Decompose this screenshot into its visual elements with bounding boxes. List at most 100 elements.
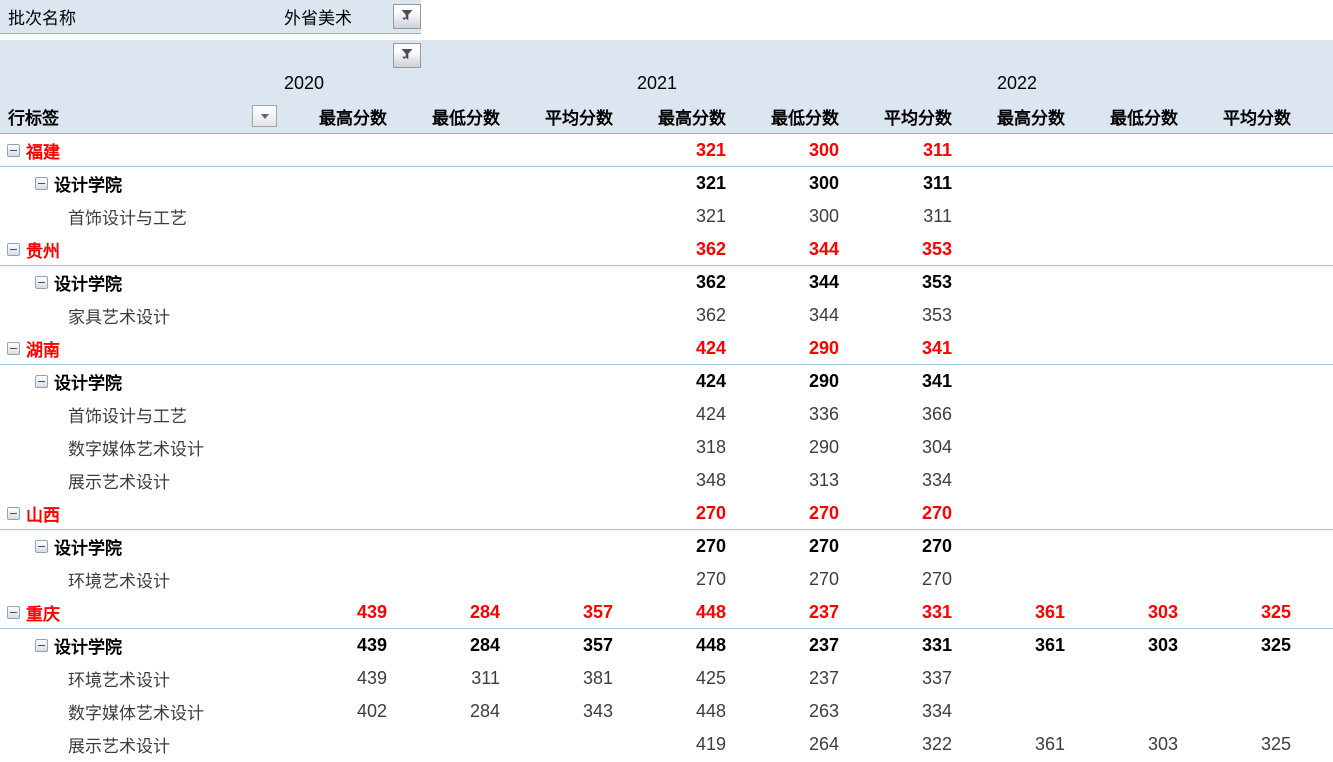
page-filter-field-label: 批次名称 xyxy=(0,4,76,29)
collapse-button[interactable] xyxy=(35,177,48,190)
value-cell: 341 xyxy=(845,371,958,392)
value-cell: 303 xyxy=(1071,734,1184,755)
value-cell: 424 xyxy=(619,338,732,359)
value-cell: 357 xyxy=(506,635,619,656)
value-cell: 263 xyxy=(732,701,845,722)
column-header-max-2022: 最高分数 xyxy=(958,104,1071,129)
pivot-row-province: 贵州362344353 xyxy=(0,233,1333,266)
row-label: 展示艺术设计 xyxy=(68,468,170,493)
row-label-cell: 首饰设计与工艺 xyxy=(0,200,280,233)
pivot-row-college: 设计学院424290341 xyxy=(0,365,1333,398)
value-cell: 425 xyxy=(619,668,732,689)
row-label: 湖南 xyxy=(26,336,60,361)
value-cell: 237 xyxy=(732,602,845,623)
value-cell: 303 xyxy=(1071,602,1184,623)
page-filter-button[interactable] xyxy=(393,4,421,29)
value-cell: 336 xyxy=(732,404,845,425)
collapse-button[interactable] xyxy=(7,507,20,520)
row-label-cell: 贵州 xyxy=(0,233,280,265)
value-cell: 318 xyxy=(619,437,732,458)
row-label-cell: 设计学院 xyxy=(0,167,280,200)
value-cell: 448 xyxy=(619,602,732,623)
value-cell: 361 xyxy=(958,734,1071,755)
value-cell: 439 xyxy=(280,602,393,623)
pivot-row-major: 首饰设计与工艺321300311 xyxy=(0,200,1333,233)
value-cell: 362 xyxy=(619,305,732,326)
row-label-cell: 重庆 xyxy=(0,596,280,628)
collapse-button[interactable] xyxy=(35,639,48,652)
year-group-2022: 2022 xyxy=(997,73,1037,94)
row-label-cell: 山西 xyxy=(0,497,280,529)
value-cell: 337 xyxy=(845,668,958,689)
pivot-table-sheet: 批次名称 外省美术 xyxy=(0,0,1333,762)
value-cell: 311 xyxy=(393,668,506,689)
value-cell: 284 xyxy=(393,602,506,623)
row-label-cell: 展示艺术设计 xyxy=(0,464,280,497)
value-cell: 325 xyxy=(1184,734,1297,755)
row-label: 设计学院 xyxy=(54,171,122,196)
value-cell: 311 xyxy=(845,206,958,227)
value-cell: 270 xyxy=(732,536,845,557)
value-cell: 270 xyxy=(619,569,732,590)
value-cell: 284 xyxy=(393,635,506,656)
value-cell: 334 xyxy=(845,701,958,722)
value-cell: 419 xyxy=(619,734,732,755)
row-label-cell: 展示艺术设计 xyxy=(0,728,280,761)
value-cell: 284 xyxy=(393,701,506,722)
value-cell: 311 xyxy=(845,173,958,194)
column-header-min-2022: 最低分数 xyxy=(1071,104,1184,129)
collapse-button[interactable] xyxy=(35,540,48,553)
collapse-button[interactable] xyxy=(35,276,48,289)
year-group-2021: 2021 xyxy=(637,73,677,94)
row-label: 环境艺术设计 xyxy=(68,567,170,592)
value-cell: 300 xyxy=(732,173,845,194)
collapse-button[interactable] xyxy=(35,375,48,388)
value-cell: 237 xyxy=(732,635,845,656)
row-label: 环境艺术设计 xyxy=(68,666,170,691)
row-label: 贵州 xyxy=(26,237,60,262)
pivot-row-major: 展示艺术设计419264322361303325 xyxy=(0,728,1333,761)
value-cell: 321 xyxy=(619,173,732,194)
value-cell: 448 xyxy=(619,701,732,722)
column-header-avg-2021: 平均分数 xyxy=(845,104,958,129)
row-label: 展示艺术设计 xyxy=(68,732,170,757)
collapse-button[interactable] xyxy=(7,144,20,157)
pivot-row-college: 设计学院362344353 xyxy=(0,266,1333,299)
column-header-min-2021: 最低分数 xyxy=(732,104,845,129)
value-cell: 325 xyxy=(1184,635,1297,656)
collapse-button[interactable] xyxy=(7,342,20,355)
pivot-row-major: 首饰设计与工艺424336366 xyxy=(0,398,1333,431)
funnel-icon xyxy=(399,46,415,65)
value-cell: 424 xyxy=(619,404,732,425)
value-cell: 362 xyxy=(619,239,732,260)
collapse-button[interactable] xyxy=(7,606,20,619)
chevron-down-icon xyxy=(261,114,269,119)
row-label-cell: 福建 xyxy=(0,134,280,166)
value-cell: 344 xyxy=(732,272,845,293)
row-labels-dropdown-button[interactable] xyxy=(252,105,277,127)
pivot-body: 福建321300311设计学院321300311首饰设计与工艺321300311… xyxy=(0,134,1333,761)
value-cell: 361 xyxy=(958,635,1071,656)
pivot-row-major: 家具艺术设计362344353 xyxy=(0,299,1333,332)
row-label-cell: 数字媒体艺术设计 xyxy=(0,431,280,464)
value-cell: 264 xyxy=(732,734,845,755)
value-cell: 304 xyxy=(845,437,958,458)
value-cell: 331 xyxy=(845,635,958,656)
column-header-max-2020: 最高分数 xyxy=(280,104,393,129)
value-cell: 402 xyxy=(280,701,393,722)
value-cell: 300 xyxy=(732,140,845,161)
row-label-cell: 设计学院 xyxy=(0,266,280,299)
value-cell: 344 xyxy=(732,305,845,326)
pivot-row-province: 湖南424290341 xyxy=(0,332,1333,365)
column-filter-button[interactable] xyxy=(393,43,421,68)
pivot-row-province: 福建321300311 xyxy=(0,134,1333,167)
value-cell: 357 xyxy=(506,602,619,623)
row-label: 设计学院 xyxy=(54,633,122,658)
value-cell: 270 xyxy=(732,569,845,590)
pivot-row-college: 设计学院 321300311 xyxy=(0,167,1333,200)
column-header-min-2020: 最低分数 xyxy=(393,104,506,129)
collapse-button[interactable] xyxy=(7,243,20,256)
row-label: 设计学院 xyxy=(54,534,122,559)
value-cell: 290 xyxy=(732,437,845,458)
pivot-row-major: 数字媒体艺术设计 318290304 xyxy=(0,431,1333,464)
